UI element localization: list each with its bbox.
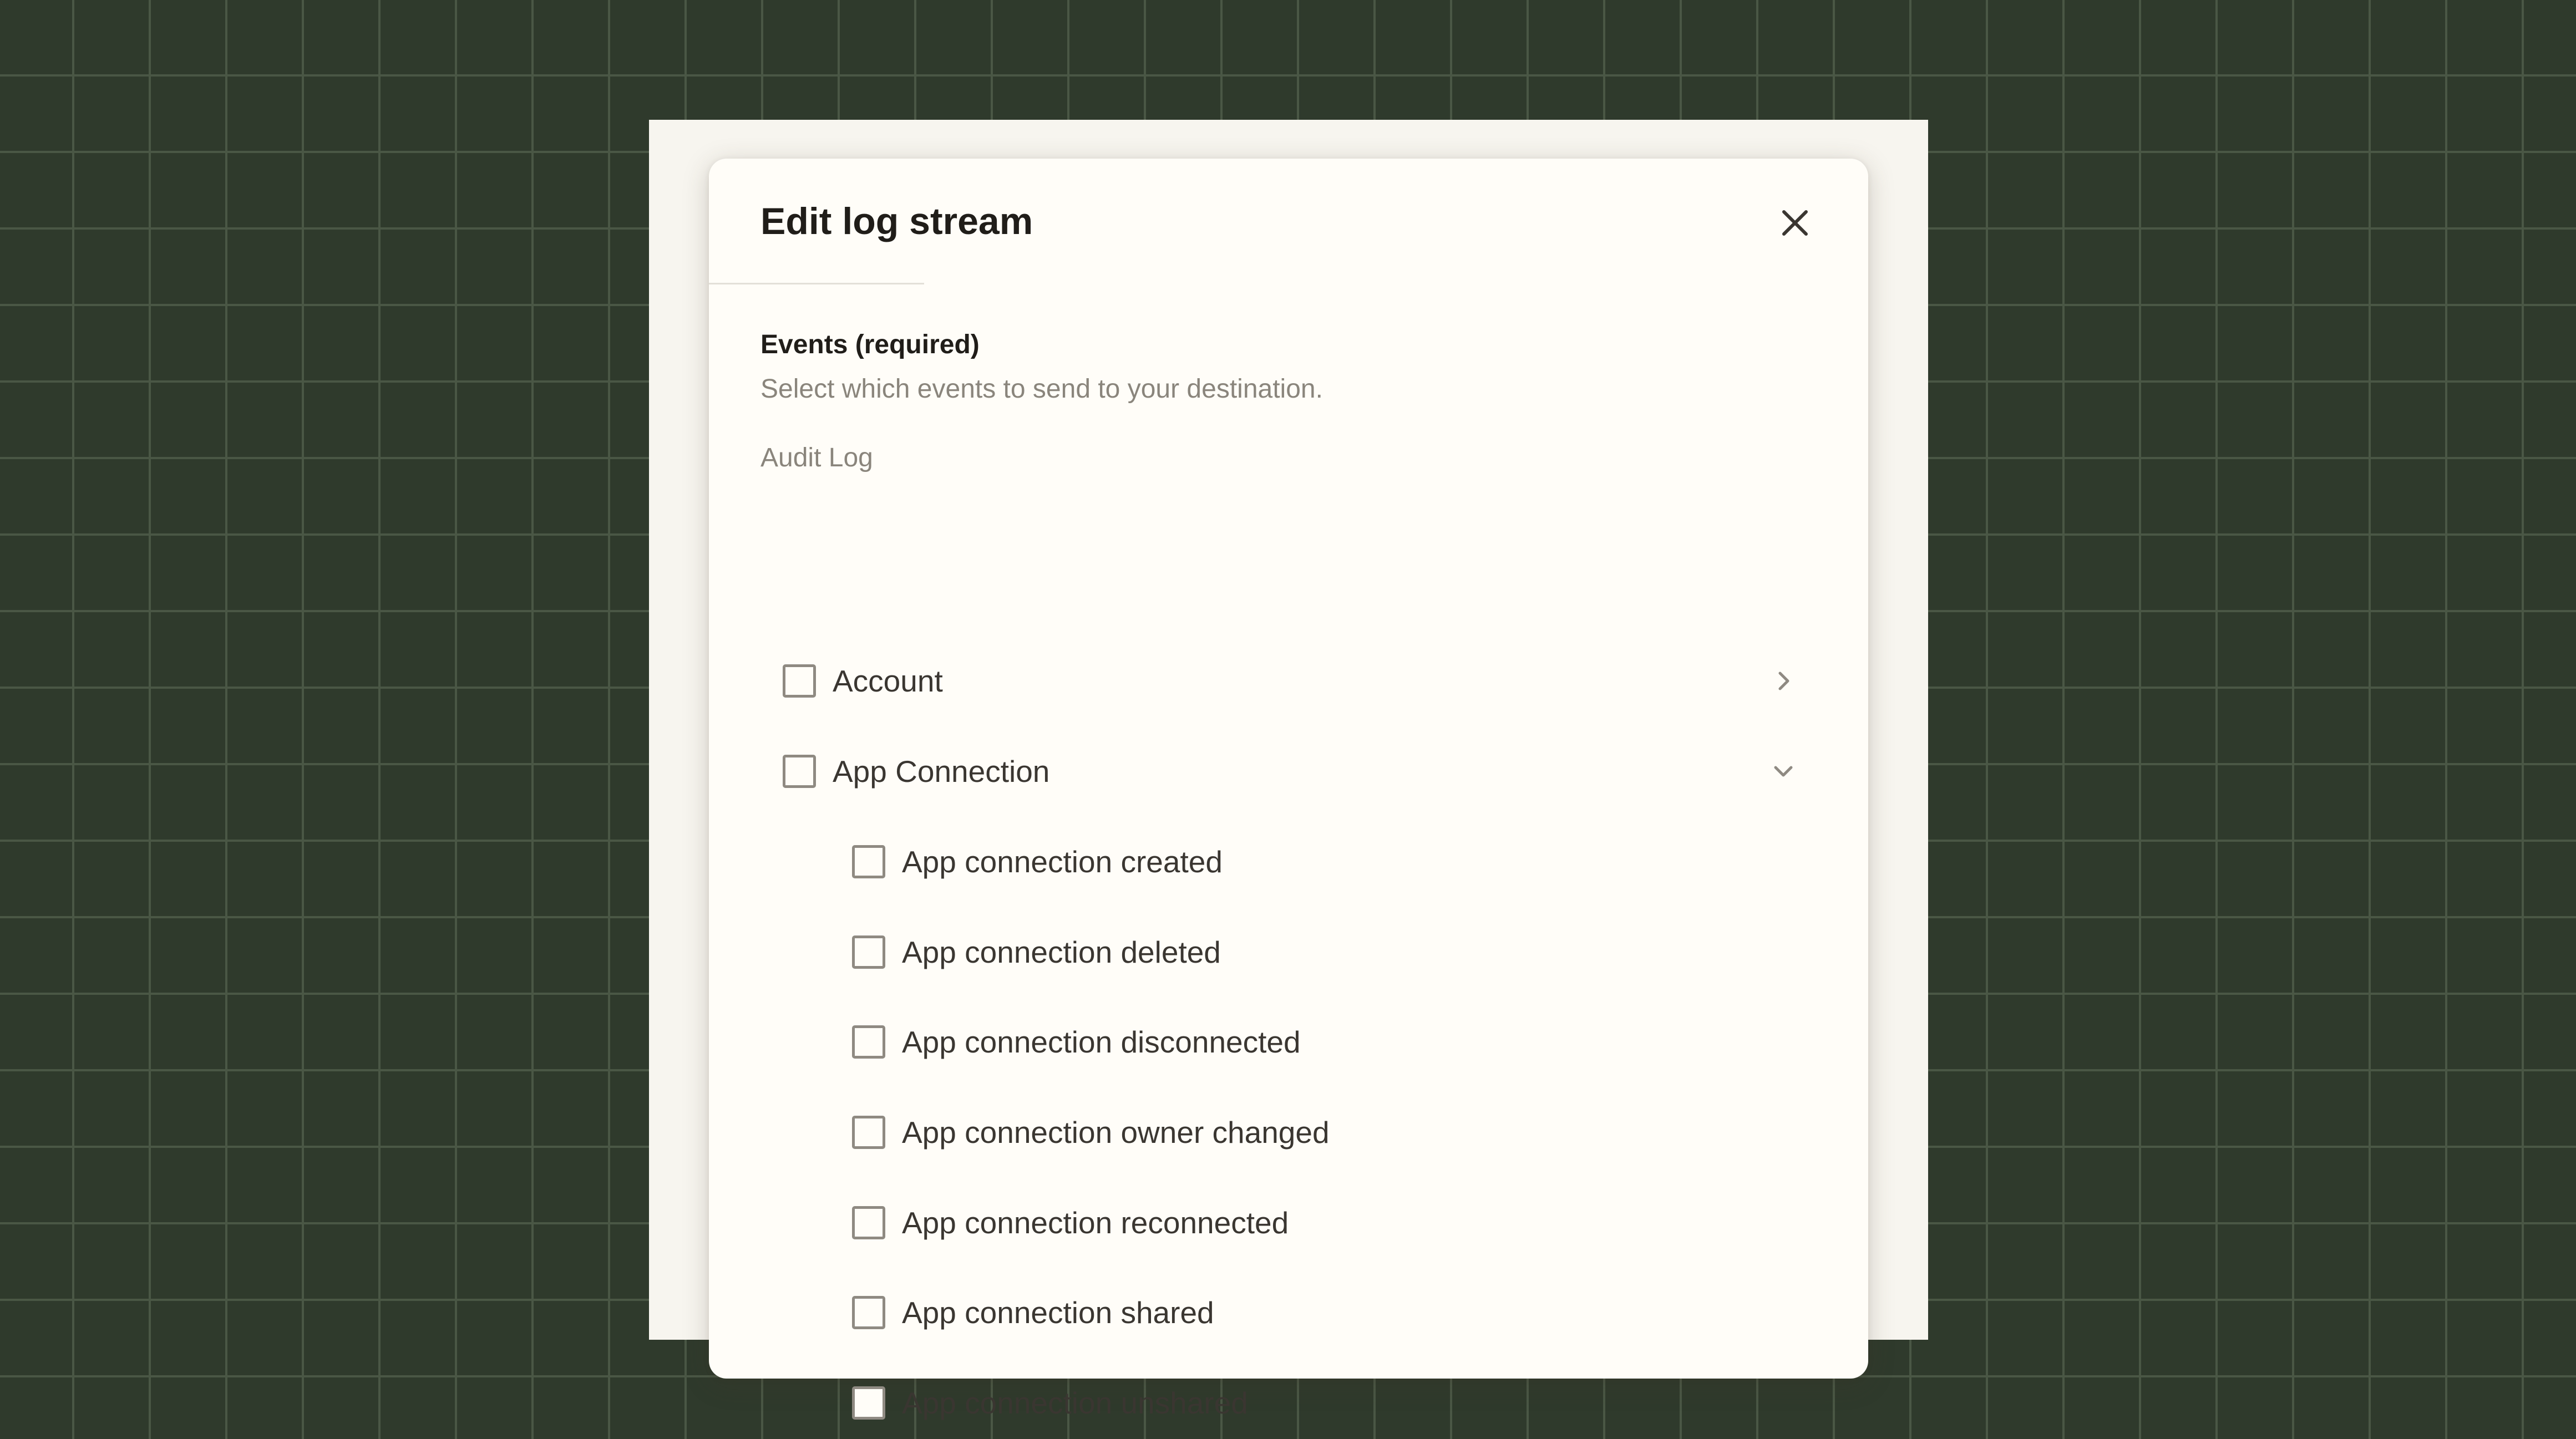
app-connection-checkbox[interactable] <box>783 755 816 788</box>
close-icon <box>1782 210 1808 236</box>
events-section-description: Select which events to send to your dest… <box>760 374 1323 404</box>
event-label: App connection deleted <box>902 935 1221 969</box>
event-row-app-connection-deleted[interactable]: App connection deleted <box>852 916 1795 988</box>
event-row-app-connection-reconnected[interactable]: App connection reconnected <box>852 1187 1795 1259</box>
event-label: App connection owner changed <box>902 1115 1330 1150</box>
edit-log-stream-dialog: Edit log stream Events (required) Select… <box>709 159 1868 1420</box>
chevron-right-icon[interactable] <box>1767 664 1800 698</box>
category-label-app-connection: App Connection <box>833 754 1050 789</box>
event-label: App connection unshared <box>902 1386 1248 1420</box>
event-checkbox[interactable] <box>852 1386 885 1420</box>
category-label-account: Account <box>833 664 943 698</box>
event-checkbox[interactable] <box>852 1025 885 1059</box>
event-checkbox[interactable] <box>852 1206 885 1239</box>
audit-log-group-label: Audit Log <box>760 443 873 472</box>
event-label: App connection reconnected <box>902 1206 1289 1240</box>
event-checkbox[interactable] <box>852 845 885 878</box>
header-divider <box>709 283 924 284</box>
event-checkbox[interactable] <box>852 935 885 969</box>
event-label: App connection created <box>902 845 1223 879</box>
event-row-app-connection-created[interactable]: App connection created <box>852 826 1795 898</box>
events-section-title: Events (required) <box>760 330 980 359</box>
account-checkbox[interactable] <box>783 664 816 698</box>
category-row-app-connection[interactable]: App Connection <box>783 735 1825 807</box>
dialog-header: Edit log stream <box>709 159 1868 284</box>
event-checkbox[interactable] <box>852 1296 885 1329</box>
dialog-title: Edit log stream <box>760 200 1033 242</box>
event-row-app-connection-shared[interactable]: App connection shared <box>852 1277 1795 1349</box>
close-button[interactable] <box>1772 200 1818 246</box>
event-checkbox[interactable] <box>852 1116 885 1149</box>
event-row-app-connection-disconnected[interactable]: App connection disconnected <box>852 1006 1795 1078</box>
chevron-down-icon[interactable] <box>1767 755 1800 788</box>
category-row-account[interactable]: Account <box>783 645 1825 717</box>
event-row-app-connection-unshared[interactable]: App connection unshared <box>852 1367 1795 1439</box>
event-row-app-connection-owner-changed[interactable]: App connection owner changed <box>852 1096 1795 1168</box>
event-label: App connection shared <box>902 1295 1214 1330</box>
event-label: App connection disconnected <box>902 1025 1301 1059</box>
